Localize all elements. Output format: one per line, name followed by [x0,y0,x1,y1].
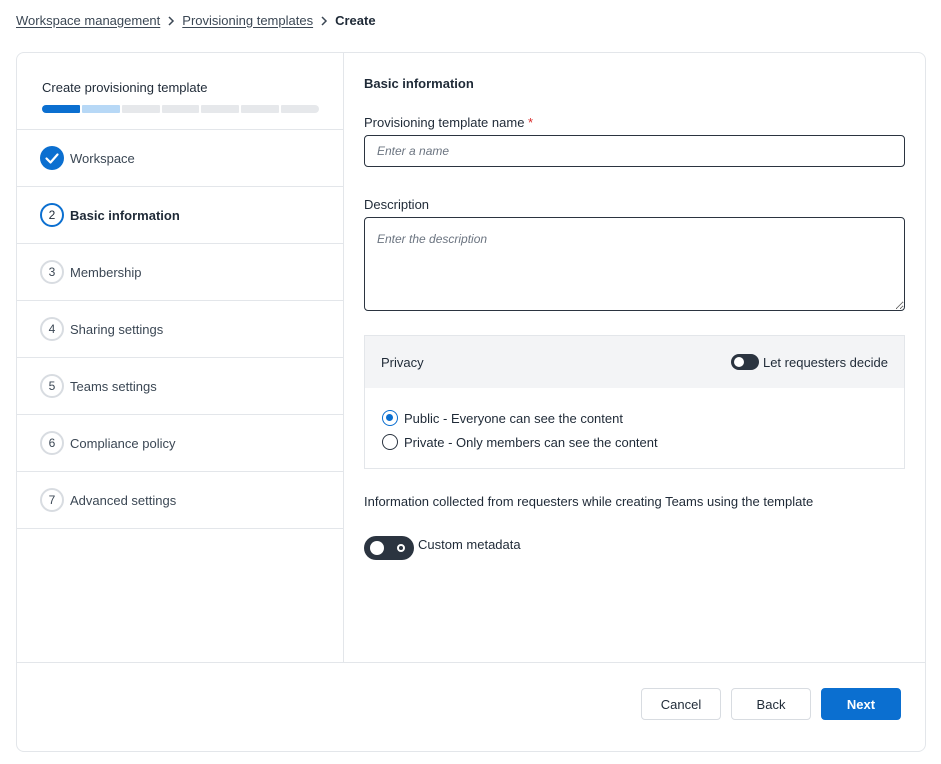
step-label: Teams settings [70,378,157,394]
radio-button[interactable] [382,434,398,450]
requester-info-text: Information collected from requesters wh… [364,494,814,509]
privacy-option-public[interactable]: Public - Everyone can see the content [382,410,623,426]
step-basic-information[interactable]: 2 Basic information [17,187,343,244]
step-number: 5 [40,374,64,398]
back-button[interactable]: Back [731,688,811,720]
progress-segment [281,105,320,113]
checkmark-icon [40,146,64,170]
radio-label: Private - Only members can see the conte… [404,434,658,450]
progress-segment [42,105,80,113]
breadcrumb-workspace-management-link[interactable]: Workspace management [16,13,160,28]
step-label: Compliance policy [70,435,176,451]
custom-metadata-toggle[interactable]: Custom metadata [364,536,521,560]
radio-button-selected[interactable] [382,410,398,426]
breadcrumb-provisioning-templates-link[interactable]: Provisioning templates [182,13,313,28]
wizard-footer: Cancel Back Next [17,662,925,752]
step-label: Membership [70,264,142,280]
step-number: 4 [40,317,64,341]
step-number: 6 [40,431,64,455]
privacy-title: Privacy [381,354,424,370]
toggle-switch[interactable] [364,536,414,560]
toggle-switch[interactable] [730,354,759,370]
radio-label: Public - Everyone can see the content [404,410,623,426]
template-name-input[interactable] [364,135,905,167]
template-name-label-text: Provisioning template name [364,115,525,130]
privacy-header: Privacy Let requesters decide [365,336,904,388]
progress-segment [81,105,120,113]
description-textarea[interactable] [364,217,905,311]
step-label: Sharing settings [70,321,164,337]
step-teams-settings[interactable]: 5 Teams settings [17,358,343,415]
step-number: 3 [40,260,64,284]
step-label: Workspace [70,150,135,166]
progress-segment [121,105,160,113]
privacy-option-private[interactable]: Private - Only members can see the conte… [382,434,658,450]
description-label: Description [364,197,430,212]
progress-segment [201,105,240,113]
step-sharing-settings[interactable]: 4 Sharing settings [17,301,343,358]
step-membership[interactable]: 3 Membership [17,244,343,301]
let-requesters-decide-toggle[interactable]: Let requesters decide [730,354,888,370]
custom-metadata-label: Custom metadata [418,537,521,552]
template-name-label: Provisioning template name * [364,115,533,130]
wizard-steps-panel: Create provisioning template Workspace 2… [17,53,344,662]
privacy-section: Privacy Let requesters decide Public - E… [364,335,905,469]
step-advanced-settings[interactable]: 7 Advanced settings [17,472,343,529]
step-number: 7 [40,488,64,512]
step-label: Basic information [70,207,180,223]
progress-segment [161,105,200,113]
cancel-button[interactable]: Cancel [641,688,721,720]
step-compliance-policy[interactable]: 6 Compliance policy [17,415,343,472]
section-title: Basic information [364,76,474,91]
chevron-right-icon [313,13,335,28]
chevron-right-icon [160,13,182,28]
toggle-label: Let requesters decide [762,354,888,370]
wizard-progress-bar [42,105,320,113]
breadcrumb: Workspace management Provisioning templa… [16,12,376,28]
wizard-title: Create provisioning template [42,80,208,95]
next-button[interactable]: Next [821,688,901,720]
step-workspace[interactable]: Workspace [17,130,343,187]
toggle-off-indicator-icon [397,544,405,552]
basic-information-form: Basic information Provisioning template … [364,53,905,662]
step-label: Advanced settings [70,492,177,508]
step-number: 2 [40,203,64,227]
toggle-knob [370,541,384,555]
progress-segment [241,105,280,113]
wizard-header: Create provisioning template [17,53,343,130]
required-marker: * [528,115,534,130]
wizard-card: Create provisioning template Workspace 2… [16,52,926,752]
breadcrumb-current: Create [335,12,376,28]
